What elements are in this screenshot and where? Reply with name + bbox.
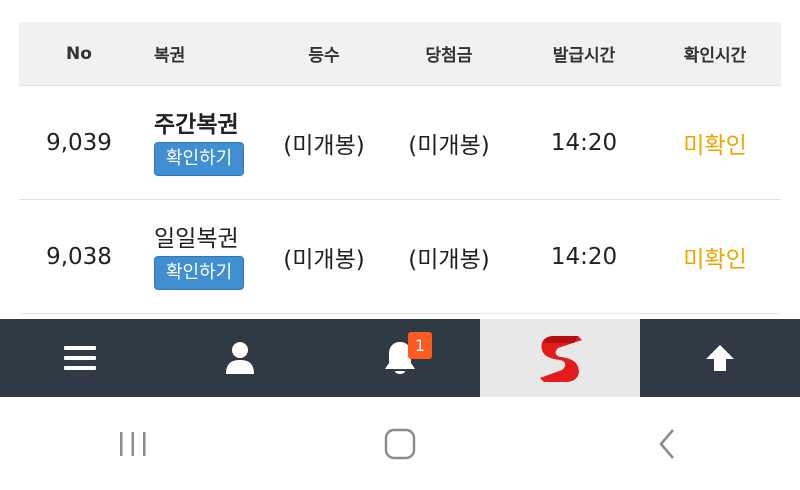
row-prize: (미개봉) — [408, 246, 490, 273]
header-prize: 당첨금 — [425, 46, 473, 66]
header-name: 복권 — [154, 46, 186, 66]
lottery-name: 일일복권 — [154, 225, 239, 252]
table-row: 9,039 주간복권 확인하기 (미개봉) (미개봉) 14:20 미확인 — [19, 86, 781, 200]
back-icon — [658, 428, 674, 459]
arrow-up-icon — [706, 345, 734, 371]
row-issue-time: 14:20 — [550, 129, 618, 156]
header-issue-time: 발급시간 — [552, 46, 616, 66]
home-logo-button[interactable] — [480, 319, 640, 397]
notification-button[interactable]: 1 — [320, 319, 480, 397]
row-no: 9,038 — [46, 243, 112, 270]
header-check-time: 확인시간 — [683, 46, 747, 66]
lottery-table: No 복권 등수 당첨금 발급시간 확인시간 9,039 주간복권 확인하기 (… — [19, 22, 781, 314]
lottery-name: 주간복권 — [154, 111, 239, 138]
row-prize: (미개봉) — [408, 132, 490, 159]
row-name-cell: 주간복권 확인하기 — [139, 110, 269, 176]
menu-button[interactable] — [0, 319, 160, 397]
row-issue-time: 14:20 — [550, 243, 618, 270]
table-row: 9,038 일일복권 확인하기 (미개봉) (미개봉) 14:20 미확인 — [19, 200, 781, 314]
check-button[interactable]: 확인하기 — [154, 141, 245, 176]
header-rank: 등수 — [308, 46, 340, 66]
recent-apps-button[interactable] — [103, 414, 163, 474]
header-no: No — [66, 43, 92, 64]
scroll-top-button[interactable] — [640, 319, 800, 397]
table-header: No 복권 등수 당첨금 발급시간 확인시간 — [19, 22, 781, 86]
recent-apps-icon — [120, 431, 146, 456]
check-button[interactable]: 확인하기 — [154, 255, 245, 290]
row-check-status: 미확인 — [683, 246, 747, 273]
logo-s-icon — [540, 336, 582, 382]
bottom-nav: 1 — [0, 319, 800, 397]
row-rank: (미개봉) — [283, 246, 365, 273]
row-no: 9,039 — [46, 129, 112, 156]
system-back-button[interactable] — [637, 414, 697, 474]
row-name-cell: 일일복권 확인하기 — [139, 224, 269, 290]
user-icon — [226, 342, 254, 374]
system-nav-bar — [0, 397, 800, 490]
home-icon — [384, 428, 416, 459]
system-home-button[interactable] — [370, 414, 430, 474]
notification-badge: 1 — [408, 332, 432, 359]
menu-icon — [64, 346, 96, 370]
profile-button[interactable] — [160, 319, 320, 397]
row-rank: (미개봉) — [283, 132, 365, 159]
row-check-status: 미확인 — [683, 132, 747, 159]
